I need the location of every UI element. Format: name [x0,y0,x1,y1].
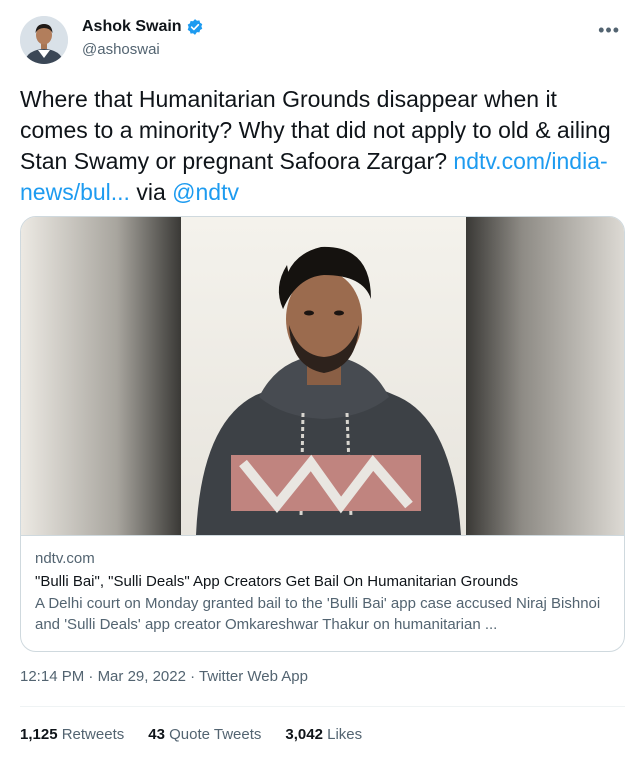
retweets-label: Retweets [61,726,125,743]
card-domain: ndtv.com [35,550,95,567]
retweets-stat[interactable]: 1,125 Retweets [20,726,124,743]
link-preview-card[interactable]: ndtv.com "Bulli Bai", "Sulli Deals" App … [20,216,625,652]
card-meta: ndtv.com "Bulli Bai", "Sulli Deals" App … [21,535,624,635]
tweet-header: Ashok Swain @ashoswai ••• [20,14,624,66]
engagement-stats: 1,125 Retweets 43 Quote Tweets 3,042 Lik… [20,726,362,743]
tweet-date[interactable]: Mar 29, 2022 [98,668,186,685]
user-handle[interactable]: @ashoswai [82,41,160,58]
more-options-icon[interactable]: ••• [598,20,620,41]
quote-tweets-label: Quote Tweets [169,726,262,743]
divider [20,706,625,707]
tweet-time[interactable]: 12:14 PM [20,668,84,685]
display-name[interactable]: Ashok Swain [82,18,182,36]
via-text: via [136,179,166,205]
quote-tweets-count: 43 [148,726,165,743]
retweets-count: 1,125 [20,726,58,743]
verified-badge-icon [186,18,204,36]
mention-link[interactable]: @ndtv [172,179,239,205]
timestamp-row: 12:14 PM · Mar 29, 2022 · Twitter Web Ap… [20,668,308,685]
separator: · [190,668,196,685]
likes-label: Likes [327,726,363,743]
likes-count: 3,042 [285,726,323,743]
separator: · [88,668,94,685]
card-image[interactable] [21,217,624,535]
likes-stat[interactable]: 3,042 Likes [285,726,362,743]
tweet-source[interactable]: Twitter Web App [199,668,308,685]
name-row: Ashok Swain [82,18,204,36]
tweet-text: Where that Humanitarian Grounds disappea… [20,84,620,208]
card-description: A Delhi court on Monday granted bail to … [35,595,601,633]
quote-tweets-stat[interactable]: 43 Quote Tweets [148,726,261,743]
card-title[interactable]: "Bulli Bai", "Sulli Deals" App Creators … [35,571,612,592]
avatar[interactable] [20,16,68,64]
